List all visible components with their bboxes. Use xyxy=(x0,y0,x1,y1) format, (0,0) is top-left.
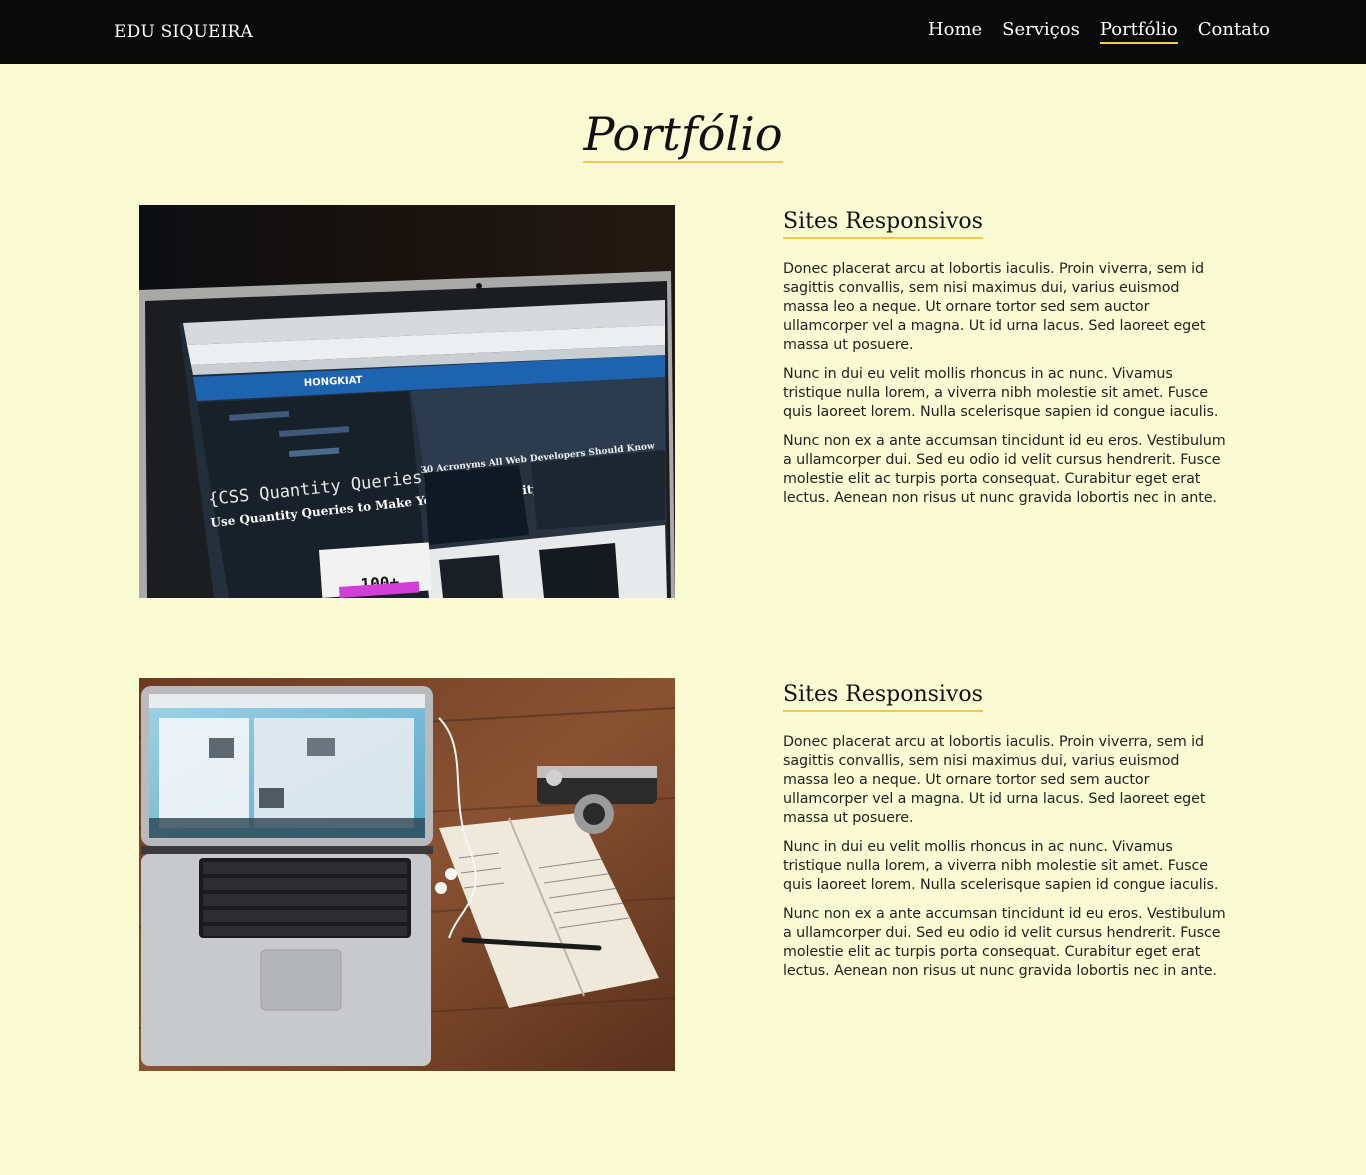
nav-servicos[interactable]: Serviços xyxy=(1002,19,1080,44)
portfolio-paragraph: Donec placerat arcu at lobortis iaculis.… xyxy=(783,733,1206,826)
laptop-browser-photo: HONGKIAT {CSS Quantity Queries} Use Quan… xyxy=(139,205,675,598)
portfolio-paragraph: Donec placerat arcu at lobortis iaculis.… xyxy=(783,260,1206,353)
laptop-browser-image: HONGKIAT {CSS Quantity Queries} Use Quan… xyxy=(139,205,675,598)
navbar: EDU SIQUEIRA Home Serviços Portfólio Con… xyxy=(0,0,1366,64)
nav-portfolio[interactable]: Portfólio xyxy=(1099,19,1178,44)
portfolio-text: Sites Responsivos Donec placerat arcu at… xyxy=(783,205,1229,508)
brand-logo[interactable]: EDU SIQUEIRA xyxy=(114,22,253,42)
page-title: Portfólio xyxy=(583,107,783,163)
portfolio-paragraph: Nunc non ex a ante accumsan tincidunt id… xyxy=(783,905,1226,979)
portfolio-paragraph: Nunc in dui eu velit mollis rhoncus in a… xyxy=(783,838,1219,893)
portfolio-item: Sites Responsivos Donec placerat arcu at… xyxy=(139,678,1229,1071)
portfolio-paragraph: Nunc in dui eu velit mollis rhoncus in a… xyxy=(783,365,1219,420)
portfolio-paragraph: Nunc non ex a ante accumsan tincidunt id… xyxy=(783,432,1226,506)
laptop-desk-image xyxy=(139,678,675,1071)
nav-home[interactable]: Home xyxy=(928,19,982,44)
portfolio-item-title: Sites Responsivos xyxy=(783,681,983,712)
laptop-desk-photo xyxy=(139,678,675,1071)
nav-contato[interactable]: Contato xyxy=(1198,19,1270,44)
main-nav: Home Serviços Portfólio Contato xyxy=(928,19,1270,44)
portfolio-item-title: Sites Responsivos xyxy=(783,208,983,239)
page-title-wrap: Portfólio xyxy=(0,108,1366,163)
portfolio-item: HONGKIAT {CSS Quantity Queries} Use Quan… xyxy=(139,205,1229,598)
portfolio-text: Sites Responsivos Donec placerat arcu at… xyxy=(783,678,1229,981)
